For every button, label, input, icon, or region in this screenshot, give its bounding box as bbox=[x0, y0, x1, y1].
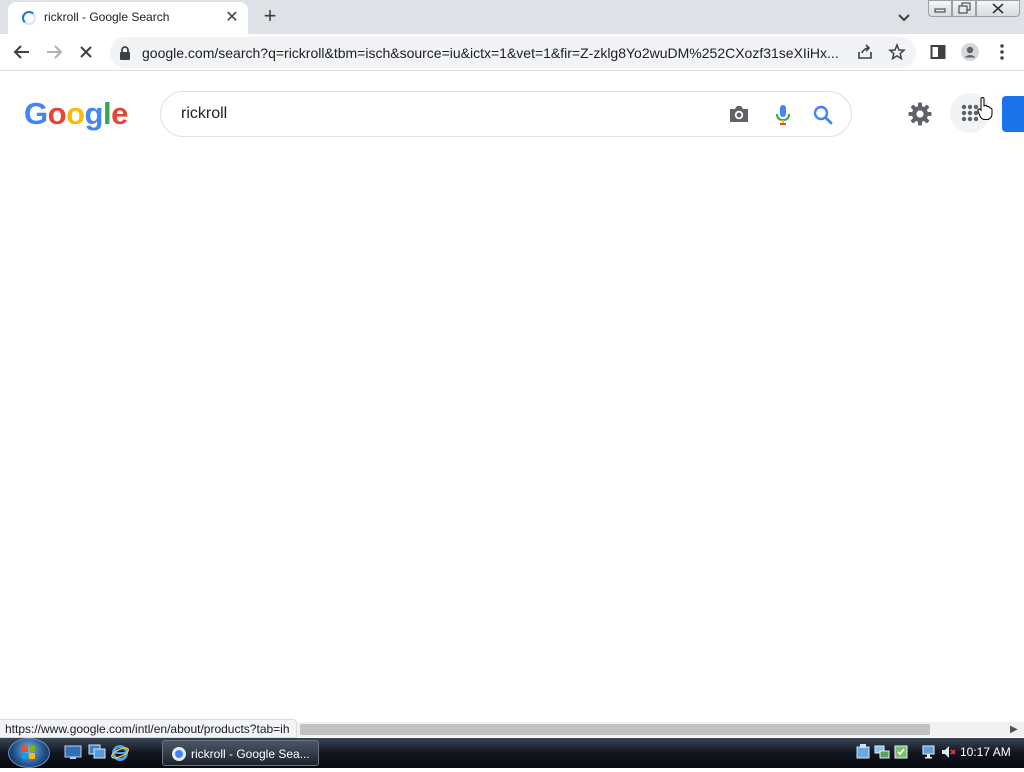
show-desktop-icon[interactable] bbox=[64, 744, 82, 760]
switch-windows-icon[interactable] bbox=[88, 744, 106, 760]
chrome-menu-button[interactable] bbox=[990, 40, 1014, 64]
more-vertical-icon bbox=[1000, 44, 1004, 60]
lock-icon bbox=[120, 46, 130, 60]
bookmark-star-icon[interactable] bbox=[888, 43, 906, 61]
new-tab-button[interactable]: + bbox=[258, 5, 282, 29]
tray-app-icon[interactable] bbox=[856, 744, 870, 760]
logo-letter: G bbox=[24, 96, 48, 131]
camera-icon[interactable] bbox=[727, 103, 751, 125]
search-box[interactable]: rickroll bbox=[160, 91, 852, 137]
tab-close-button[interactable]: ✕ bbox=[222, 8, 242, 28]
status-bar-url: https://www.google.com/intl/en/about/pro… bbox=[0, 719, 297, 738]
side-panel-icon bbox=[930, 45, 946, 59]
loading-spinner-icon bbox=[22, 11, 36, 25]
scroll-right-arrow-icon[interactable]: ▶ bbox=[1010, 724, 1018, 735]
search-icon[interactable] bbox=[811, 103, 835, 127]
url-text[interactable]: google.com/search?q=rickroll&tbm=isch&so… bbox=[142, 45, 850, 61]
address-bar[interactable]: google.com/search?q=rickroll&tbm=isch&so… bbox=[110, 37, 916, 68]
tab-strip: rickroll - Google Search ✕ + bbox=[0, 0, 1024, 34]
minimize-button[interactable] bbox=[928, 0, 952, 17]
microphone-icon[interactable] bbox=[773, 103, 793, 127]
minimize-icon bbox=[934, 8, 946, 13]
gear-icon[interactable] bbox=[907, 101, 933, 127]
logo-letter: o bbox=[47, 96, 67, 131]
windows-logo-icon bbox=[22, 746, 35, 759]
taskbar-chrome-window[interactable]: rickroll - Google Sea... bbox=[162, 740, 319, 766]
logo-letter: e bbox=[111, 96, 128, 131]
forward-arrow-icon bbox=[47, 45, 63, 59]
tab-search-button[interactable] bbox=[893, 7, 915, 27]
internet-explorer-icon[interactable] bbox=[111, 744, 129, 761]
start-button[interactable] bbox=[8, 738, 50, 768]
chrome-icon bbox=[172, 747, 186, 761]
logo-letter: g bbox=[84, 96, 104, 131]
taskbar-window-label: rickroll - Google Sea... bbox=[191, 747, 310, 761]
forward-button[interactable] bbox=[42, 40, 66, 64]
back-button[interactable] bbox=[10, 40, 34, 64]
tray-sync-icon[interactable] bbox=[893, 744, 909, 760]
scrollbar-thumb[interactable] bbox=[300, 724, 930, 735]
side-panel-button[interactable] bbox=[926, 40, 950, 64]
browser-tab[interactable]: rickroll - Google Search ✕ bbox=[8, 2, 248, 34]
sign-in-button[interactable] bbox=[1002, 96, 1024, 132]
hand-cursor-icon bbox=[977, 97, 993, 120]
browser-toolbar: google.com/search?q=rickroll&tbm=isch&so… bbox=[0, 34, 1024, 71]
restore-button[interactable] bbox=[952, 0, 976, 17]
search-input[interactable]: rickroll bbox=[181, 105, 227, 123]
chevron-down-icon bbox=[898, 14, 910, 22]
tray-network-icon[interactable] bbox=[874, 744, 890, 760]
logo-letter: o bbox=[66, 96, 85, 131]
stop-button[interactable] bbox=[74, 40, 98, 64]
profile-avatar-icon bbox=[961, 43, 979, 61]
taskbar-clock[interactable]: 10:17 AM bbox=[960, 745, 1011, 759]
close-icon bbox=[992, 3, 1004, 14]
window-close-button[interactable] bbox=[976, 0, 1020, 17]
tab-title: rickroll - Google Search bbox=[44, 10, 170, 24]
google-logo[interactable]: Google bbox=[24, 96, 128, 132]
profile-button[interactable] bbox=[958, 40, 982, 64]
restore-icon bbox=[958, 2, 971, 14]
stop-icon bbox=[80, 46, 92, 58]
volume-muted-icon[interactable] bbox=[940, 744, 956, 760]
back-arrow-icon bbox=[13, 45, 29, 59]
logo-letter: l bbox=[102, 96, 112, 131]
network-status-icon[interactable] bbox=[922, 744, 938, 760]
share-icon[interactable] bbox=[856, 43, 874, 61]
